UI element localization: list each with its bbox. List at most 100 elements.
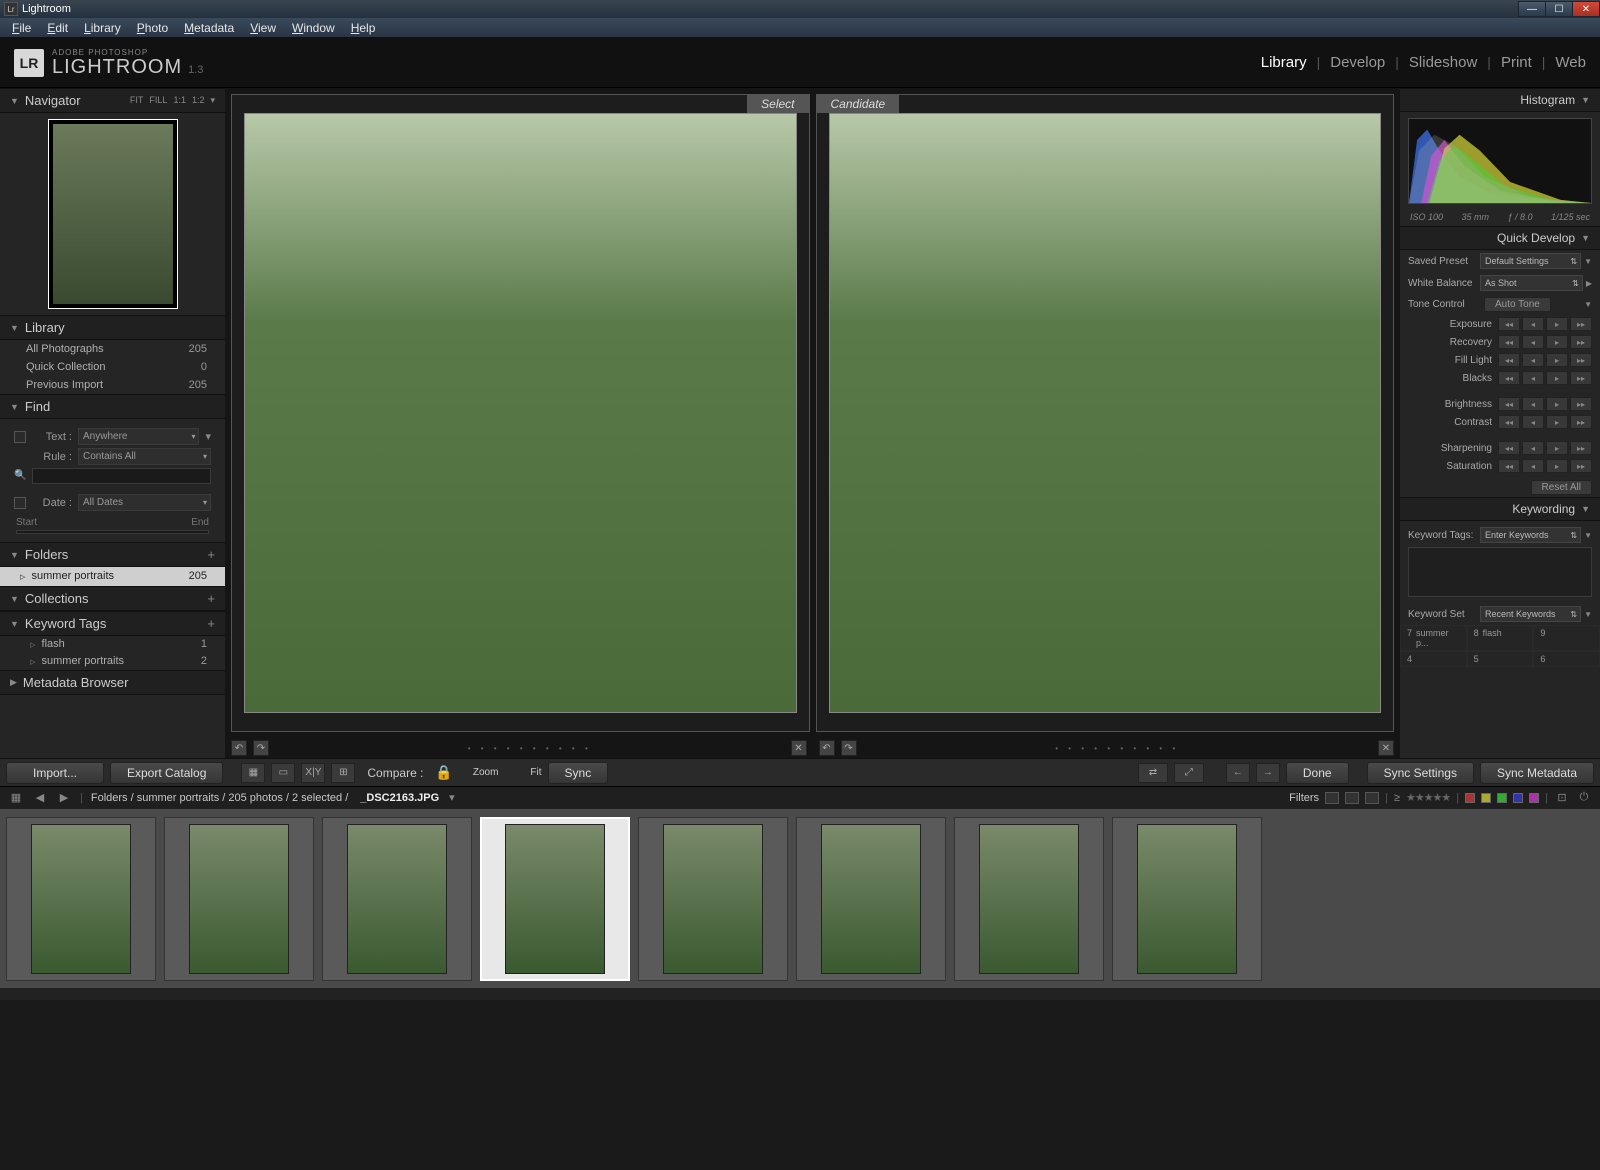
tone-inc-button[interactable]: ▸: [1546, 415, 1568, 429]
tone-dec-button[interactable]: ◂: [1522, 415, 1544, 429]
keyword-set-dropdown[interactable]: Recent Keywords: [1480, 606, 1581, 622]
nav-zoom-fill[interactable]: FILL: [149, 95, 167, 106]
tone-dec-big-button[interactable]: ◂◂: [1498, 353, 1520, 367]
folder-item[interactable]: ▹ summer portraits 205: [0, 567, 225, 586]
folders-header[interactable]: ▼ Folders +: [0, 542, 225, 567]
rating-compare-icon[interactable]: ≥: [1394, 792, 1400, 804]
find-search-input[interactable]: [32, 468, 211, 484]
color-blue-icon[interactable]: [1513, 793, 1523, 803]
menu-view[interactable]: View: [242, 19, 284, 37]
filmstrip-thumb[interactable]: [796, 817, 946, 981]
tone-dec-button[interactable]: ◂: [1522, 371, 1544, 385]
tone-dec-big-button[interactable]: ◂◂: [1498, 415, 1520, 429]
search-icon[interactable]: [14, 469, 26, 483]
find-filter-icon[interactable]: ▾: [205, 430, 211, 443]
qd-disclosure-icon[interactable]: ▼: [1584, 610, 1592, 619]
flag-pick-icon[interactable]: [1325, 792, 1339, 804]
quick-develop-header[interactable]: Quick Develop▼: [1400, 226, 1600, 250]
path-dropdown-icon[interactable]: ▾: [449, 791, 455, 804]
tone-inc-button[interactable]: ▸: [1546, 441, 1568, 455]
keywording-header[interactable]: Keywording▼: [1400, 497, 1600, 521]
nav-zoom-1-1[interactable]: 1:1: [173, 95, 186, 106]
tone-dec-big-button[interactable]: ◂◂: [1498, 441, 1520, 455]
tone-inc-big-button[interactable]: ▸▸: [1570, 371, 1592, 385]
tone-dec-button[interactable]: ◂: [1522, 317, 1544, 331]
survey-view-icon[interactable]: ⊞: [331, 763, 355, 783]
histogram-chart[interactable]: [1408, 118, 1592, 204]
kw-cell[interactable]: 5: [1467, 651, 1534, 667]
find-text-dropdown[interactable]: Anywhere: [78, 428, 199, 445]
find-text-checkbox[interactable]: [14, 431, 26, 443]
sync-button[interactable]: Sync: [548, 762, 609, 784]
candidate-close-icon[interactable]: ✕: [1378, 740, 1394, 756]
menu-help[interactable]: Help: [343, 19, 384, 37]
select-rotate-left-icon[interactable]: ↶: [231, 740, 247, 756]
nav-fwd-icon[interactable]: ▶: [56, 791, 72, 805]
reset-all-button[interactable]: Reset All: [1531, 480, 1592, 495]
prev-photo-icon[interactable]: ←: [1226, 763, 1250, 783]
menu-file[interactable]: File: [4, 19, 39, 37]
color-red-icon[interactable]: [1465, 793, 1475, 803]
kw-cell[interactable]: 9: [1533, 625, 1600, 651]
candidate-rating-dots[interactable]: • • • • • • • • • •: [863, 744, 1373, 753]
filmstrip-path[interactable]: Folders / summer portraits / 205 photos …: [91, 792, 348, 804]
filmstrip-thumb[interactable]: [954, 817, 1104, 981]
kw-cell[interactable]: 4: [1400, 651, 1467, 667]
keyword-item[interactable]: ▹flash1: [0, 636, 225, 653]
tone-inc-big-button[interactable]: ▸▸: [1570, 397, 1592, 411]
menu-library[interactable]: Library: [76, 19, 129, 37]
metadata-browser-header[interactable]: ▶ Metadata Browser: [0, 670, 225, 695]
filmstrip-thumb[interactable]: [164, 817, 314, 981]
tone-dec-button[interactable]: ◂: [1522, 353, 1544, 367]
qd-disclosure-icon[interactable]: ▼: [1584, 257, 1592, 266]
candidate-rotate-left-icon[interactable]: ↶: [819, 740, 835, 756]
tone-inc-big-button[interactable]: ▸▸: [1570, 335, 1592, 349]
add-folder-icon[interactable]: +: [207, 547, 215, 562]
filmstrip-thumb[interactable]: [6, 817, 156, 981]
menu-metadata[interactable]: Metadata: [176, 19, 242, 37]
library-item[interactable]: All Photographs205: [0, 340, 225, 358]
filmstrip-thumb[interactable]: [638, 817, 788, 981]
tone-dec-button[interactable]: ◂: [1522, 459, 1544, 473]
navigator-header[interactable]: ▼ Navigator FIT FILL 1:1 1:2 ▾: [0, 88, 225, 113]
qd-disclosure-icon[interactable]: ▶: [1586, 279, 1592, 288]
color-purple-icon[interactable]: [1529, 793, 1539, 803]
tone-dec-button[interactable]: ◂: [1522, 397, 1544, 411]
rating-filter-stars[interactable]: ★★★★★: [1406, 791, 1450, 804]
filter-switch-icon[interactable]: ⏻: [1576, 791, 1592, 805]
tone-inc-big-button[interactable]: ▸▸: [1570, 353, 1592, 367]
filmstrip-thumb[interactable]: [480, 817, 630, 981]
filmstrip-scrollbar[interactable]: [0, 988, 1600, 1000]
compare-select-pane[interactable]: Select: [231, 94, 810, 732]
module-web[interactable]: Web: [1555, 54, 1586, 71]
flag-reject-icon[interactable]: [1365, 792, 1379, 804]
library-item[interactable]: Previous Import205: [0, 376, 225, 394]
navigator-zoom-options[interactable]: FIT FILL 1:1 1:2 ▾: [130, 95, 215, 106]
collections-header[interactable]: ▼ Collections +: [0, 586, 225, 611]
next-photo-icon[interactable]: →: [1256, 763, 1280, 783]
qd-disclosure-icon[interactable]: ▼: [1584, 531, 1592, 540]
minimize-button[interactable]: —: [1518, 1, 1546, 17]
tone-dec-big-button[interactable]: ◂◂: [1498, 371, 1520, 385]
menu-photo[interactable]: Photo: [129, 19, 176, 37]
tone-inc-button[interactable]: ▸: [1546, 397, 1568, 411]
keyword-item[interactable]: ▹summer portraits2: [0, 653, 225, 670]
auto-tone-button[interactable]: Auto Tone: [1484, 297, 1551, 312]
histogram-header[interactable]: Histogram▼: [1400, 88, 1600, 112]
tone-dec-big-button[interactable]: ◂◂: [1498, 397, 1520, 411]
compare-candidate-pane[interactable]: Candidate: [816, 94, 1395, 732]
nav-zoom-fit[interactable]: FIT: [130, 95, 144, 106]
close-button[interactable]: ✕: [1572, 1, 1600, 17]
library-item[interactable]: Quick Collection0: [0, 358, 225, 376]
nav-zoom-1-2[interactable]: 1:2: [192, 95, 205, 106]
tone-inc-button[interactable]: ▸: [1546, 317, 1568, 331]
tone-inc-big-button[interactable]: ▸▸: [1570, 317, 1592, 331]
menu-window[interactable]: Window: [284, 19, 343, 37]
module-slideshow[interactable]: Slideshow: [1409, 54, 1477, 71]
flag-unflagged-icon[interactable]: [1345, 792, 1359, 804]
add-collection-icon[interactable]: +: [207, 591, 215, 606]
tone-inc-button[interactable]: ▸: [1546, 353, 1568, 367]
find-header[interactable]: ▼ Find: [0, 394, 225, 419]
kw-cell[interactable]: 7summer p...: [1400, 625, 1467, 651]
compare-view-icon[interactable]: X|Y: [301, 763, 325, 783]
